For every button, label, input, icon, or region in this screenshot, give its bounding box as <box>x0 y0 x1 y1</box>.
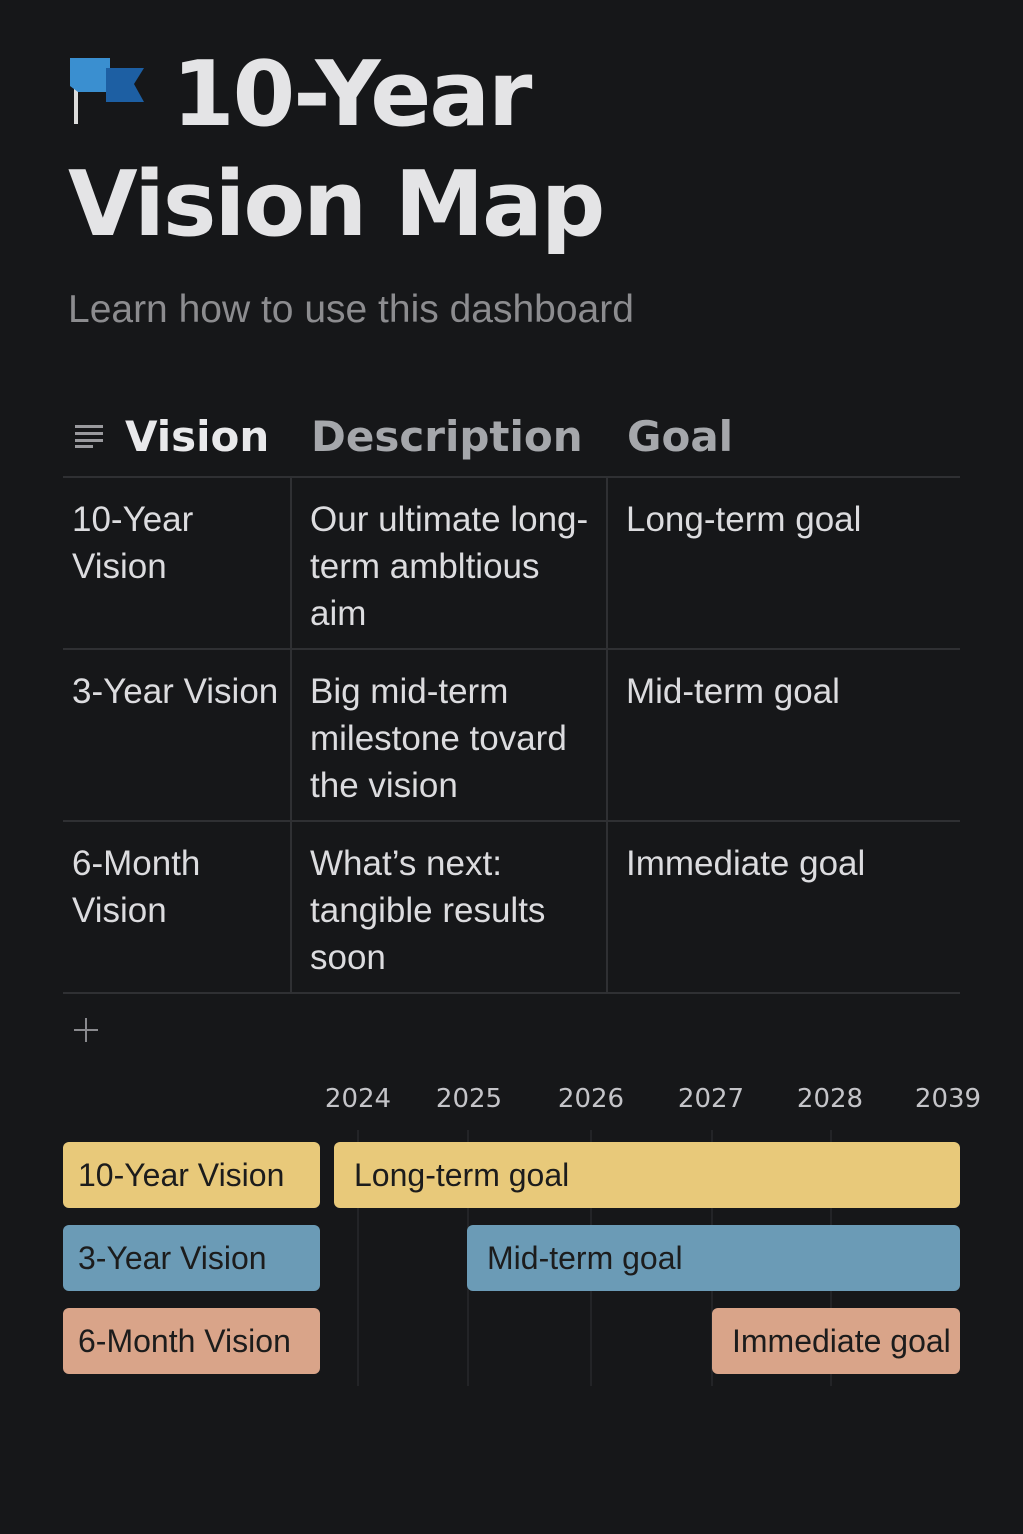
timeline-name-bar[interactable]: 6-Month Vision <box>63 1308 320 1374</box>
table-row[interactable]: 6-Month Vision What’s next: tangible res… <box>63 822 960 994</box>
timeline-goal-bar[interactable]: Long-term goal <box>334 1142 960 1208</box>
goal-cell[interactable]: Mid-term goal <box>608 650 960 820</box>
timeline-name-bar[interactable]: 10-Year Vision <box>63 1142 320 1208</box>
table-row[interactable]: 10-Year Vision Our ultimate long-term am… <box>63 478 960 650</box>
timeline: 2024 2025 2026 2027 2028 2039 10-Year Vi… <box>0 1080 1023 1390</box>
timeline-goal-bar[interactable]: Mid-term goal <box>467 1225 960 1291</box>
timeline-year-label: 2027 <box>677 1084 745 1114</box>
goal-cell[interactable]: Immediate goal <box>608 822 960 992</box>
description-cell[interactable]: Our ultimate long-term ambltious aim <box>292 478 608 648</box>
description-cell[interactable]: What’s next: tangible results soon <box>292 822 608 992</box>
page-title: 10-Year Vision Map <box>68 40 605 260</box>
timeline-year-label: 2028 <box>796 1084 864 1114</box>
timeline-year-label: 2025 <box>435 1084 503 1114</box>
timeline-year-label: 2026 <box>557 1084 625 1114</box>
vision-cell[interactable]: 10-Year Vision <box>63 478 292 648</box>
timeline-goal-bar[interactable]: Immediate goal <box>712 1308 960 1374</box>
vision-cell[interactable]: 3-Year Vision <box>63 650 292 820</box>
description-cell[interactable]: Big mid-term milestone tovard the vision <box>292 650 608 820</box>
table-row[interactable]: 3-Year Vision Big mid-term milestone tov… <box>63 650 960 822</box>
vision-cell[interactable]: 6-Month Vision <box>63 822 292 992</box>
column-header-goal[interactable]: Goal <box>627 412 733 462</box>
list-icon <box>75 425 103 448</box>
column-header-vision[interactable]: Vision <box>125 412 269 462</box>
goal-cell[interactable]: Long-term goal <box>608 478 960 648</box>
timeline-name-bar[interactable]: 3-Year Vision <box>63 1225 320 1291</box>
timeline-year-label: 2039 <box>914 1084 982 1114</box>
vision-table: Vision Description Goal 10-Year Vision O… <box>63 400 960 994</box>
page-title-line-2: Vision Map <box>68 152 605 257</box>
help-link[interactable]: Learn how to use this dashboard <box>68 288 634 332</box>
column-header-description[interactable]: Description <box>311 412 583 462</box>
timeline-year-label: 2024 <box>324 1084 392 1114</box>
page-title-line-1: 10-Year <box>172 42 532 147</box>
table-header: Vision Description Goal <box>63 400 960 478</box>
plus-icon[interactable] <box>72 1016 100 1044</box>
